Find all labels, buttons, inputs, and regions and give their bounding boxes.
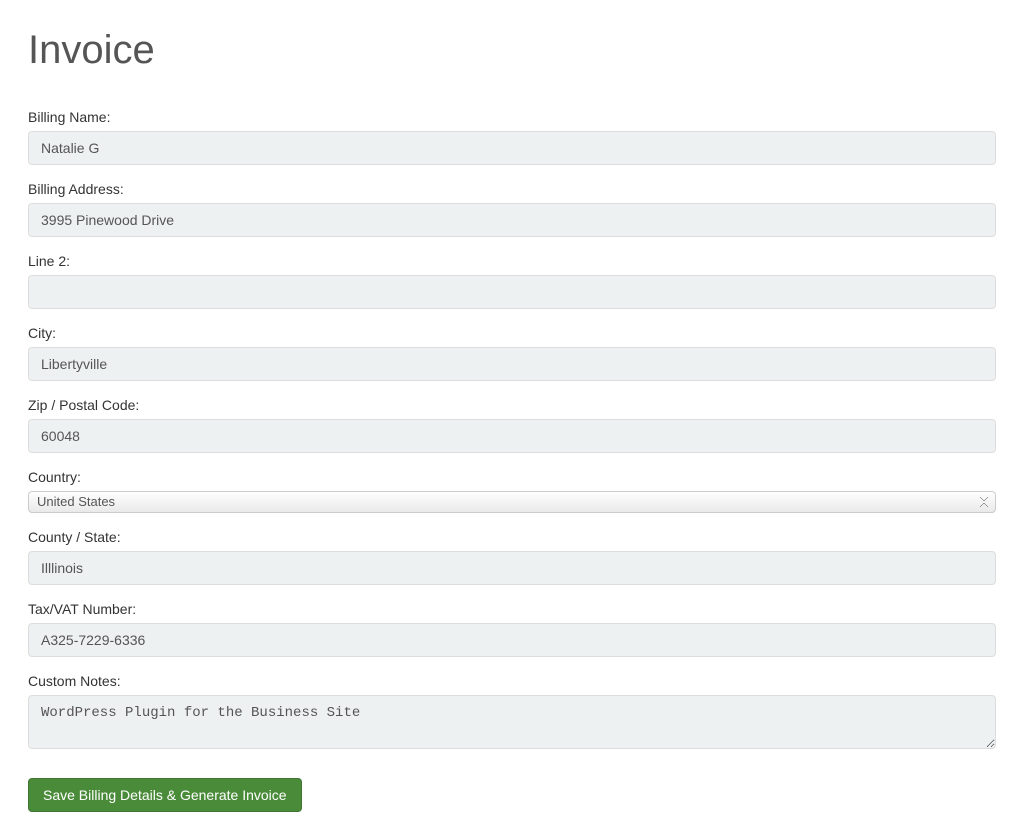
county-state-group: County / State: [28, 529, 996, 585]
billing-address-label: Billing Address: [28, 181, 996, 197]
zip-group: Zip / Postal Code: [28, 397, 996, 453]
country-group: Country: United States [28, 469, 996, 513]
billing-name-input[interactable] [28, 131, 996, 165]
save-generate-button[interactable]: Save Billing Details & Generate Invoice [28, 778, 302, 812]
tax-vat-input[interactable] [28, 623, 996, 657]
page-title: Invoice [28, 28, 996, 73]
county-state-label: County / State: [28, 529, 996, 545]
county-state-input[interactable] [28, 551, 996, 585]
city-group: City: [28, 325, 996, 381]
line2-group: Line 2: [28, 253, 996, 309]
city-input[interactable] [28, 347, 996, 381]
billing-name-label: Billing Name: [28, 109, 996, 125]
country-select[interactable]: United States [28, 491, 996, 513]
billing-address-input[interactable] [28, 203, 996, 237]
zip-input[interactable] [28, 419, 996, 453]
invoice-form: Billing Name: Billing Address: Line 2: C… [28, 109, 996, 812]
line2-label: Line 2: [28, 253, 996, 269]
billing-address-group: Billing Address: [28, 181, 996, 237]
city-label: City: [28, 325, 996, 341]
zip-label: Zip / Postal Code: [28, 397, 996, 413]
custom-notes-group: Custom Notes: WordPress Plugin for the B… [28, 673, 996, 754]
tax-vat-label: Tax/VAT Number: [28, 601, 996, 617]
tax-vat-group: Tax/VAT Number: [28, 601, 996, 657]
custom-notes-label: Custom Notes: [28, 673, 996, 689]
line2-input[interactable] [28, 275, 996, 309]
custom-notes-textarea[interactable]: WordPress Plugin for the Business Site [28, 695, 996, 749]
billing-name-group: Billing Name: [28, 109, 996, 165]
country-label: Country: [28, 469, 996, 485]
country-select-wrapper: United States [28, 491, 996, 513]
